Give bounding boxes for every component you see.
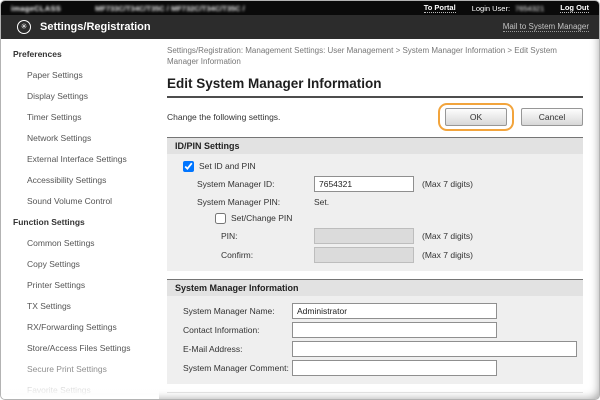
email-address-label: E-Mail Address: xyxy=(183,344,292,354)
system-manager-id-label: System Manager ID: xyxy=(183,179,314,189)
sidebar-item-rx-forwarding-settings[interactable]: RX/Forwarding Settings xyxy=(1,317,159,338)
sidebar-item-copy-settings[interactable]: Copy Settings xyxy=(1,254,159,275)
main-content: Settings/Registration: Management Settin… xyxy=(159,39,599,400)
set-change-pin-checkbox[interactable] xyxy=(215,213,226,224)
confirm-label: Confirm: xyxy=(183,250,314,260)
contact-information-input[interactable] xyxy=(292,322,497,338)
confirm-pin-input xyxy=(314,247,414,263)
system-manager-pin-label: System Manager PIN: xyxy=(183,197,314,207)
cancel-button[interactable]: Cancel xyxy=(521,108,583,126)
sidebar-item-external-interface-settings[interactable]: External Interface Settings xyxy=(1,149,159,170)
instruction-text: Change the following settings. xyxy=(167,112,280,122)
system-manager-id-max-note: (Max 7 digits) xyxy=(422,179,473,189)
settings-sidebar: Preferences Paper Settings Display Setti… xyxy=(1,39,159,400)
pin-input xyxy=(314,228,414,244)
email-address-input[interactable] xyxy=(292,341,577,357)
remote-ui-window: imageCLASS MF733C/T34C/T35C / MF732C/T34… xyxy=(0,0,600,400)
sidebar-item-network-settings[interactable]: Network Settings xyxy=(1,128,159,149)
system-manager-id-input[interactable] xyxy=(314,176,414,192)
logout-link[interactable]: Log Out xyxy=(560,3,589,13)
set-change-pin-label: Set/Change PIN xyxy=(231,213,292,223)
sidebar-item-store-access-files-settings[interactable]: Store/Access Files Settings xyxy=(1,338,159,359)
system-manager-information-section: System Manager Information System Manage… xyxy=(167,279,583,384)
sidebar-item-common-settings[interactable]: Common Settings xyxy=(1,233,159,254)
sidebar-item-accessibility-settings[interactable]: Accessibility Settings xyxy=(1,170,159,191)
settings-gear-icon: ✳ xyxy=(17,20,31,34)
ok-button[interactable]: OK xyxy=(445,108,507,126)
sidebar-item-tx-settings[interactable]: TX Settings xyxy=(1,296,159,317)
contact-information-label: Contact Information: xyxy=(183,325,292,335)
system-manager-name-input[interactable] xyxy=(292,303,497,319)
system-manager-name-label: System Manager Name: xyxy=(183,306,292,316)
system-manager-comment-input[interactable] xyxy=(292,360,497,376)
pin-label: PIN: xyxy=(183,231,314,241)
sidebar-item-sound-volume-control[interactable]: Sound Volume Control xyxy=(1,191,159,212)
to-portal-link[interactable]: To Portal xyxy=(424,3,456,13)
brand-logo: imageCLASS xyxy=(11,4,61,13)
system-manager-information-header: System Manager Information xyxy=(167,279,583,296)
app-header: ✳ Settings/Registration Mail to System M… xyxy=(1,15,599,39)
sidebar-item-favorite-settings[interactable]: Favorite Settings xyxy=(1,380,159,400)
sidebar-section-function-settings: Function Settings xyxy=(1,212,159,233)
app-title: Settings/Registration xyxy=(40,21,151,33)
top-bar: imageCLASS MF733C/T34C/T35C / MF732C/T34… xyxy=(1,1,599,15)
sidebar-item-secure-print-settings[interactable]: Secure Print Settings xyxy=(1,359,159,380)
mail-to-system-manager-link[interactable]: Mail to System Manager xyxy=(503,22,589,32)
sidebar-section-preferences: Preferences xyxy=(1,44,159,65)
sidebar-item-printer-settings[interactable]: Printer Settings xyxy=(1,275,159,296)
system-manager-comment-label: System Manager Comment: xyxy=(183,363,292,373)
id-pin-settings-section: ID/PIN Settings Set ID and PIN System Ma… xyxy=(167,137,583,271)
sidebar-item-timer-settings[interactable]: Timer Settings xyxy=(1,107,159,128)
set-id-and-pin-label: Set ID and PIN xyxy=(199,161,256,171)
page-title: Edit System Manager Information xyxy=(167,76,583,98)
login-user-value: 7654321 xyxy=(515,4,544,13)
ok-highlight-callout: OK xyxy=(438,103,514,131)
action-row: Change the following settings. OK Cancel xyxy=(167,103,583,131)
sidebar-item-paper-settings[interactable]: Paper Settings xyxy=(1,65,159,86)
confirm-max-note: (Max 7 digits) xyxy=(422,250,473,260)
model-text: MF733C/T34C/T35C / MF732C/T34C/T35C / xyxy=(95,4,245,13)
set-id-and-pin-checkbox[interactable] xyxy=(183,161,194,172)
system-manager-pin-status: Set. xyxy=(314,197,329,207)
breadcrumb: Settings/Registration: Management Settin… xyxy=(167,46,583,68)
pin-max-note: (Max 7 digits) xyxy=(422,231,473,241)
footer-divider xyxy=(167,392,583,393)
id-pin-settings-header: ID/PIN Settings xyxy=(167,137,583,154)
login-user-label: Login User: xyxy=(472,4,510,13)
sidebar-item-display-settings[interactable]: Display Settings xyxy=(1,86,159,107)
